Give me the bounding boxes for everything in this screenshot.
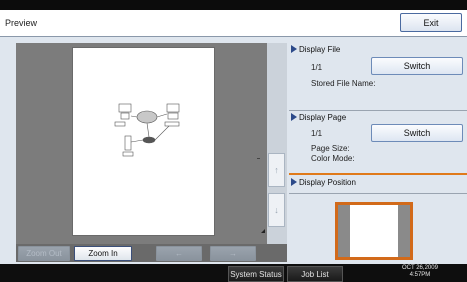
orange-divider: [289, 173, 467, 175]
page-title: Preview: [5, 18, 38, 28]
arrow-right-icon: →: [229, 249, 237, 258]
switch-page-button[interactable]: Switch: [371, 124, 463, 142]
display-position-heading: Display Position: [291, 178, 356, 187]
display-file-label: Display File: [299, 45, 341, 54]
system-status-tab[interactable]: System Status: [228, 266, 284, 282]
date-label: OCT 26,2009: [402, 265, 438, 271]
arrow-left-icon: ←: [175, 249, 183, 258]
display-file-heading: Display File: [291, 45, 340, 54]
switch-file-button[interactable]: Switch: [371, 57, 463, 75]
divider: [289, 110, 467, 111]
status-bar: System Status Job List OCT 26,2009 4:57P…: [0, 264, 467, 282]
display-page-heading: Display Page: [291, 113, 346, 122]
document-page-thumbnail: [72, 47, 265, 236]
scroll-column: ↑ ↓: [267, 43, 287, 261]
screen: Preview Exit ↑ ↓ Zoom Out Zoom In ← → Di…: [0, 0, 467, 282]
page-corner-mark: [261, 229, 265, 233]
info-panel: Display File 1/1 Switch Stored File Name…: [289, 43, 467, 264]
page-size-label: Page Size:: [311, 144, 350, 153]
diagram-thumbnail: [114, 103, 180, 157]
arrow-up-icon: ↑: [274, 165, 279, 175]
divider: [289, 193, 467, 194]
preview-area[interactable]: [16, 43, 283, 261]
arrow-down-icon: ↓: [274, 205, 279, 215]
exit-button[interactable]: Exit: [400, 13, 462, 32]
stored-file-name-label: Stored File Name:: [311, 79, 376, 88]
display-page-label: Display Page: [299, 113, 347, 122]
display-file-count: 1/1: [311, 63, 323, 72]
zoom-in-button[interactable]: Zoom In: [74, 246, 132, 261]
preview-toolbar: Zoom Out Zoom In ← →: [16, 244, 287, 262]
play-triangle-icon: [291, 178, 297, 186]
scroll-down-button[interactable]: ↓: [268, 193, 285, 227]
display-page-count: 1/1: [311, 129, 323, 138]
page-marker: [257, 158, 260, 159]
display-position-label: Display Position: [299, 178, 356, 187]
preview-screen: Preview Exit ↑ ↓ Zoom Out Zoom In ← → Di…: [0, 10, 467, 264]
display-position-page: [350, 205, 398, 257]
date-time: OCT 26,2009 4:57PM: [402, 265, 438, 279]
time-label: 4:57PM: [409, 272, 431, 278]
zoom-out-button[interactable]: Zoom Out: [18, 246, 70, 261]
previous-page-button[interactable]: ←: [156, 246, 202, 261]
play-triangle-icon: [291, 45, 297, 53]
display-position-map[interactable]: [335, 202, 413, 260]
color-mode-label: Color Mode:: [311, 154, 355, 163]
play-triangle-icon: [291, 113, 297, 121]
job-list-tab[interactable]: Job List: [287, 266, 343, 282]
top-strip: [0, 0, 467, 10]
next-page-button[interactable]: →: [210, 246, 256, 261]
scroll-up-button[interactable]: ↑: [268, 153, 285, 187]
title-bar: Preview Exit: [0, 10, 467, 37]
